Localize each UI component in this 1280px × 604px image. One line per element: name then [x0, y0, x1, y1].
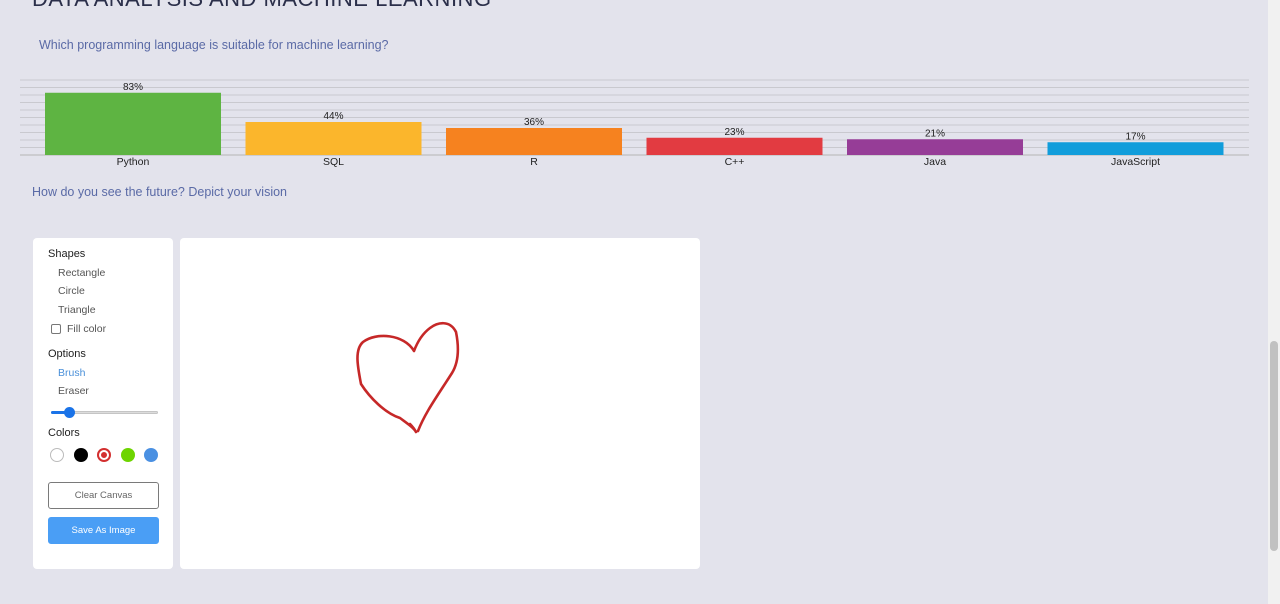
clear-canvas-button[interactable]: Clear Canvas: [48, 482, 159, 509]
heart-drawing: [356, 321, 460, 434]
category-label: SQL: [323, 156, 344, 168]
bar-c: [646, 137, 823, 155]
bar-python: [45, 92, 221, 155]
bar-java: [847, 139, 1023, 155]
page-title: DATA ANALYSIS AND MACHINE LEARNING: [32, 0, 492, 12]
canvas-drawing: [356, 321, 460, 434]
option-eraser[interactable]: Eraser: [58, 385, 89, 397]
drawing-canvas[interactable]: [180, 238, 700, 569]
bar-value-label: 36%: [524, 117, 544, 128]
option-brush[interactable]: Brush: [58, 367, 85, 379]
bar-value-label: 17%: [1125, 131, 1145, 142]
shape-triangle[interactable]: Triangle: [58, 304, 96, 316]
fill-color-option[interactable]: Fill color: [51, 323, 106, 335]
drawing-prompt: How do you see the future? Depict your v…: [32, 185, 287, 199]
bar-r: [446, 128, 622, 155]
options-title: Options: [48, 348, 86, 360]
color-swatch-red[interactable]: [97, 448, 111, 462]
color-swatch-white[interactable]: [50, 448, 64, 462]
save-image-button[interactable]: Save As Image: [48, 517, 159, 544]
poll-bar-chart: 83% Python 44% SQL 36% R 23% C++ 21% Java 17% JavaS…: [20, 76, 1249, 170]
color-swatch-black[interactable]: [73, 448, 88, 462]
category-label: C++: [725, 156, 745, 168]
page-scrollbar[interactable]: [1268, 0, 1280, 604]
shapes-title: Shapes: [48, 248, 86, 260]
bar-javascript: [1047, 142, 1224, 155]
bar-value-label: 83%: [123, 82, 143, 93]
shape-rectangle[interactable]: Rectangle: [58, 267, 105, 279]
bar-value-label: 21%: [925, 128, 945, 139]
category-label: Java: [924, 156, 946, 168]
chart-svg: 83% Python 44% SQL 36% R 23% C++ 21% Java 17% JavaS…: [20, 79, 1249, 168]
color-swatch-green[interactable]: [120, 448, 135, 462]
bar-value-label: 44%: [323, 111, 343, 122]
bar-value-label: 23%: [724, 127, 744, 138]
category-label: Python: [117, 156, 150, 168]
colors-title: Colors: [48, 427, 80, 439]
poll-question: Which programming language is suitable f…: [39, 38, 389, 52]
category-label: JavaScript: [1111, 156, 1160, 168]
fill-color-label: Fill color: [67, 323, 107, 335]
slider-knob[interactable]: [64, 407, 75, 418]
color-swatches: [50, 448, 160, 464]
shape-circle[interactable]: Circle: [58, 285, 85, 297]
drawing-tools-panel: Shapes Rectangle Circle Triangle Fill co…: [33, 238, 173, 569]
category-label: R: [530, 156, 538, 168]
bar-sql: [245, 122, 422, 155]
brush-size-slider[interactable]: [51, 406, 158, 418]
fill-color-checkbox[interactable]: [51, 324, 61, 334]
color-swatch-blue[interactable]: [144, 448, 158, 462]
scrollbar-thumb[interactable]: [1270, 341, 1278, 551]
